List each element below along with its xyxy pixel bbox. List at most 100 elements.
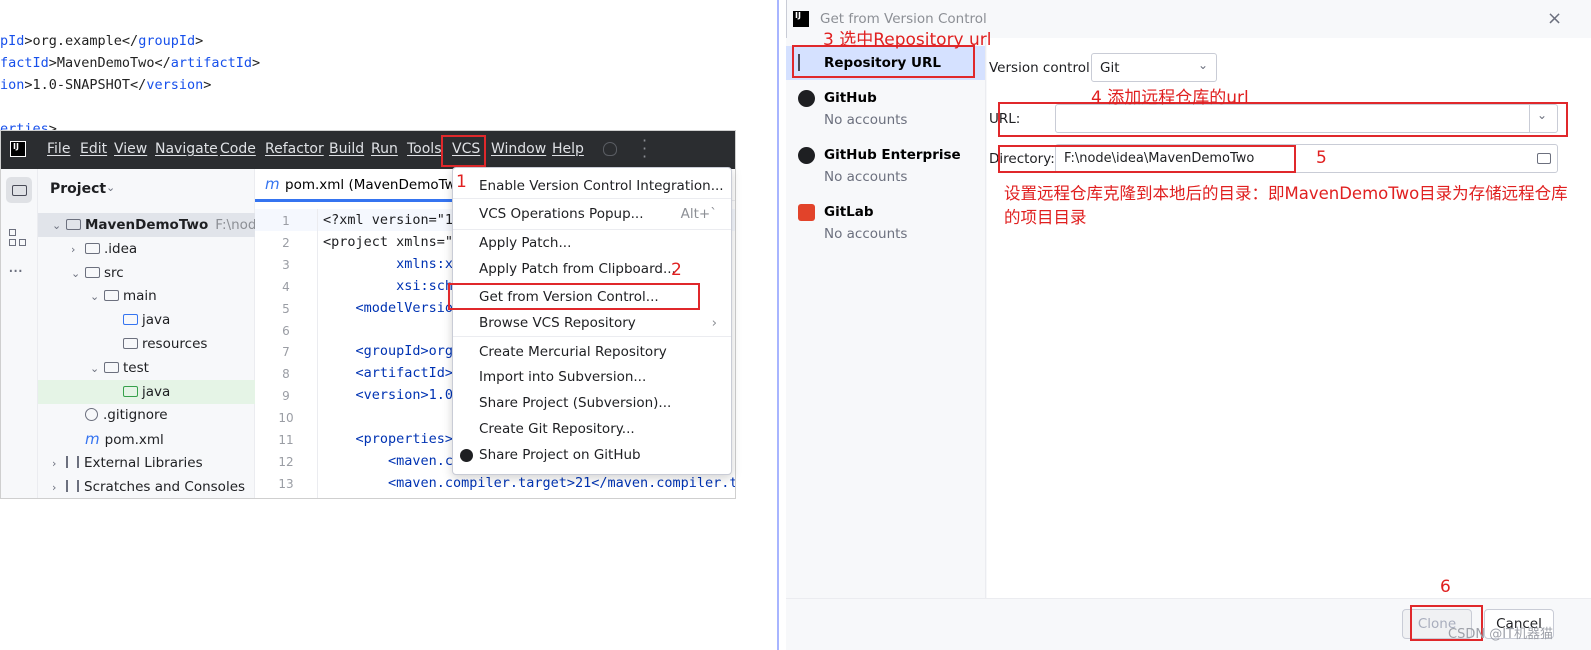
tree-item[interactable]: › .idea [38, 237, 255, 261]
vcs-menu-item[interactable]: Create Mercurial Repository [479, 344, 667, 360]
chevron-icon[interactable]: › [71, 238, 85, 262]
vcs-menu-item[interactable]: Apply Patch... [479, 235, 571, 251]
menu-file[interactable]: File [47, 141, 70, 157]
vcs-menu-item[interactable]: Enable Version Control Integration... [479, 178, 724, 194]
menu-refactor[interactable]: Refactor [265, 141, 324, 157]
annotation-2: 2 [671, 260, 682, 280]
vcs-menu-item[interactable]: Share Project (Subversion)... [479, 395, 671, 411]
tree-item[interactable]: › Scratches and Consoles [38, 475, 255, 498]
line-number: 8 [282, 367, 290, 382]
dialog-sidebar-item[interactable]: GitHub Enterprise No accounts [786, 145, 985, 195]
dialog-sidebar-subtitle: No accounts [824, 226, 908, 242]
menu-window[interactable]: Window [491, 141, 546, 157]
menu-code[interactable]: Code [220, 141, 256, 157]
tree-item-label: src [104, 264, 124, 281]
chevron-icon[interactable]: ⌄ [90, 285, 104, 309]
menu-run[interactable]: Run [371, 141, 398, 157]
tree-item[interactable]: ⌄ main [38, 284, 255, 308]
tree-item[interactable]: › External Libraries [38, 451, 255, 475]
vcs-menu-item[interactable]: Import into Subversion... [479, 369, 646, 385]
tree-item[interactable]: ⌄ test [38, 356, 255, 380]
tree-item[interactable]: .gitignore [38, 403, 255, 427]
line-number: 1 [282, 214, 290, 228]
version-control-value: Git [1100, 60, 1120, 76]
more-tools-icon[interactable]: ··· [8, 261, 23, 282]
code-line: <version>1.0 [323, 387, 454, 404]
tree-item[interactable]: resources [38, 332, 255, 356]
annotation-note: 设置远程仓库克隆到本地后的目录：即MavenDemoTwo目录为存储远程仓库的项… [1004, 184, 1568, 227]
tree-item[interactable]: ⌄ MavenDemoTwo F:\node [38, 213, 265, 238]
annotation-1: 1 [456, 172, 467, 192]
vcs-menu-item[interactable]: Create Git Repository... [479, 421, 635, 437]
code-token: > [203, 77, 212, 93]
library-icon [66, 456, 79, 468]
chevron-icon[interactable]: ⌄ [52, 214, 66, 238]
line-number: 5 [282, 301, 290, 316]
code-token: factId [0, 55, 49, 71]
vcs-menu-item[interactable]: Share Project on GitHub [479, 447, 641, 463]
tree-item[interactable]: java [38, 379, 255, 404]
tree-item[interactable]: ⌄ src [38, 261, 255, 285]
menu-navigate[interactable]: Navigate [155, 141, 218, 157]
more-icon[interactable]: · · · [642, 133, 647, 165]
menu-view[interactable]: View [114, 141, 147, 157]
line-number: 2 [282, 235, 290, 250]
version-control-label: Version control: [989, 60, 1095, 76]
version-control-select[interactable]: Git ⌄ [1091, 53, 1217, 82]
project-tool-icon[interactable] [6, 177, 32, 203]
code-token: > [251, 55, 261, 71]
line-number: 6 [282, 323, 290, 338]
folder-icon [85, 242, 100, 254]
code-line: <properties> [323, 431, 454, 447]
code-token: artifactId [170, 55, 252, 71]
menu-edit[interactable]: Edit [80, 141, 107, 157]
github-icon [798, 90, 815, 107]
structure-icon[interactable] [9, 229, 27, 247]
chevron-icon[interactable]: › [52, 452, 66, 476]
code-line: xmlns:x [323, 255, 454, 272]
menu-bar: IJ File Edit View Navigate Code Refactor Build… [1, 131, 735, 169]
vcs-menu-shortcut: › [711, 315, 717, 331]
folder-icon [66, 219, 81, 230]
folder-icon [123, 385, 138, 397]
menu-build[interactable]: Build [329, 141, 364, 157]
annotation-4: 4 添加远程仓库的url [1091, 88, 1249, 108]
project-panel: Project ⌄ ⌄ MavenDemoTwo F:\node › .idea ⌄ src… [38, 169, 265, 498]
chevron-icon[interactable]: ⌄ [90, 357, 104, 381]
code-token: >MavenDemoTwo</ [48, 55, 171, 71]
vcs-menu-item[interactable]: Browse VCS Repository [479, 315, 636, 331]
dialog-sidebar-item[interactable]: GitHub No accounts [786, 88, 985, 138]
scratch-icon [66, 479, 79, 492]
tree-item[interactable]: m pom.xml [38, 427, 255, 451]
line-number: 12 [278, 454, 294, 469]
dialog-sidebar-subtitle: No accounts [824, 169, 908, 185]
folder-icon [104, 361, 119, 373]
vcs-menu-item[interactable]: Apply Patch from Clipboard... [479, 261, 676, 277]
tree-item-label: java [142, 312, 171, 329]
chevron-icon[interactable]: ⌄ [71, 262, 85, 286]
dialog-sidebar: Repository URL GitHub No accounts GitHub En… [786, 38, 986, 598]
maven-file-icon: m [265, 175, 280, 193]
ide-logo-icon: IJ [10, 141, 26, 157]
code-token: >org.example</ [24, 33, 139, 49]
menu-help[interactable]: Help [552, 141, 584, 157]
maven-file-icon: m [85, 430, 100, 449]
project-dropdown-icon[interactable]: ⌄ [106, 181, 115, 194]
vcs-menu-shortcut: Alt+` [680, 206, 717, 222]
tree-item-label: MavenDemoTwo [85, 217, 209, 233]
watermark: CSDN @IT机器猫 [1448, 627, 1553, 642]
debug-icon[interactable] [603, 142, 617, 156]
divider [777, 0, 779, 650]
tree-item[interactable]: java [38, 308, 255, 332]
chevron-icon[interactable]: › [52, 476, 66, 498]
tool-window-bar: ··· [1, 169, 38, 498]
menu-tools[interactable]: Tools [407, 141, 442, 157]
editor-tab-label: pom.xml (MavenDemoTwo [285, 177, 464, 193]
dialog-sidebar-item[interactable]: GitLab No accounts [786, 202, 985, 252]
dialog-sidebar-title: GitHub Enterprise [824, 147, 961, 163]
tree-item-label: main [123, 288, 157, 305]
close-icon[interactable]: × [1547, 8, 1562, 29]
vcs-menu-item[interactable]: VCS Operations Popup... [479, 206, 644, 222]
line-number: 3 [282, 257, 290, 272]
browse-folder-icon[interactable] [1537, 153, 1551, 164]
